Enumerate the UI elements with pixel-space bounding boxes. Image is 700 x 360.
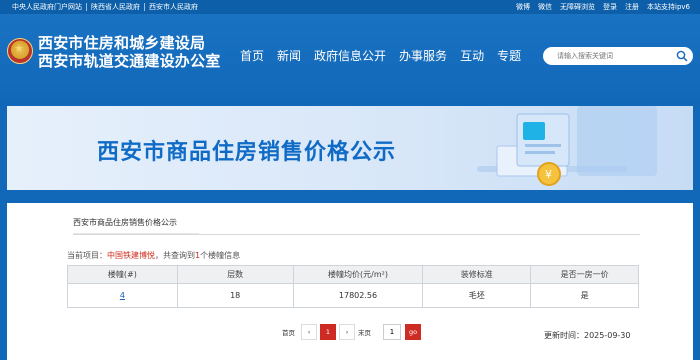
search-icon[interactable] [675,49,689,63]
site-title-line1: 西安市住房和城乡建设局 [38,34,206,52]
top-utility-bar: 中央人民政府门户网站 陕西省人民政府 西安市人民政府 微博 微信 无障碍浏览 登… [0,0,700,14]
page-banner: 西安市商品住房销售价格公示 ¥ [7,106,693,190]
nav-topics[interactable]: 专题 [497,47,521,64]
table-header-row: 楼幢(#) 层数 楼幢均价(元/m²) 装修标准 是否一房一价 [67,265,639,284]
col-avg-price: 楼幢均价(元/m²) [292,265,424,284]
project-name: 中国铁建博悦 [107,251,155,260]
top-right-links: 微博 微信 无障碍浏览 登录 注册 本站支持ipv6 [512,0,694,14]
query-info: 当前项目：中国铁建博悦，共查询到1个楼幢信息 [67,250,240,261]
building-price-table: 楼幢(#) 层数 楼幢均价(元/m²) 装修标准 是否一房一价 4 18 178… [67,265,639,308]
top-link-login[interactable]: 登录 [599,0,621,14]
nav-interaction[interactable]: 互动 [460,47,484,64]
pager-prev-button[interactable]: ‹ [301,324,317,340]
search-box [543,47,693,65]
pager-current-page[interactable]: 1 [320,324,336,340]
col-one-price: 是否一房一价 [530,265,639,284]
top-link-register[interactable]: 注册 [621,0,643,14]
site-title[interactable]: 西安市住房和城乡建设局 西安市轨道交通建设办公室 [38,34,220,70]
top-link-wechat[interactable]: 微信 [534,0,556,14]
pager-go-button[interactable]: go [405,324,421,340]
info-suffix: 个楼幢信息 [200,251,241,260]
nav-services[interactable]: 办事服务 [399,47,447,64]
search-input[interactable] [557,47,677,65]
decoration-cell: 毛坯 [422,283,532,308]
nav-news[interactable]: 新闻 [277,47,301,64]
top-link-central-gov[interactable]: 中央人民政府门户网站 [8,3,87,11]
pagination: 首页 ‹ 1 › 末页 go [282,324,421,340]
site-header: 西安市住房和城乡建设局 西安市轨道交通建设办公室 首页 新闻 政府信息公开 办事… [0,14,700,98]
col-decoration: 装修标准 [422,265,532,284]
top-link-weibo[interactable]: 微博 [512,0,534,14]
pager-first[interactable]: 首页 [282,327,295,337]
nav-home[interactable]: 首页 [240,47,264,64]
col-building: 楼幢(#) [67,265,178,284]
avg-price-cell: 17802.56 [292,283,424,308]
main-nav: 首页 新闻 政府信息公开 办事服务 互动 专题 [240,47,534,64]
update-time: 更新时间：2025-09-30 [544,331,631,340]
floors-cell: 18 [176,283,294,308]
national-emblem-icon [7,38,33,64]
banner-title: 西安市商品住房销售价格公示 [97,140,397,165]
content-card: 西安市商品住房销售价格公示 当前项目：中国铁建博悦，共查询到1个楼幢信息 楼幢(… [7,203,693,360]
top-left-links: 中央人民政府门户网站 陕西省人民政府 西安市人民政府 [8,0,202,11]
svg-text:¥: ¥ [545,168,552,181]
top-link-ipv6: 本站支持ipv6 [647,3,690,11]
pager-page-input[interactable] [383,324,401,340]
col-floors: 层数 [176,265,294,284]
building-number-link[interactable]: 4 [67,283,178,308]
table-row: 4 18 17802.56 毛坯 是 [67,283,639,308]
tab-price-notice[interactable]: 西安市商品住房销售价格公示 [73,217,177,228]
info-middle: ，共查询到 [155,251,195,260]
pager-next-button[interactable]: › [339,324,355,340]
top-link-accessibility[interactable]: 无障碍浏览 [556,0,599,14]
info-prefix: 当前项目： [67,251,107,260]
one-price-cell: 是 [530,283,639,308]
tab-divider [73,234,640,235]
top-link-shaanxi-gov[interactable]: 陕西省人民政府 [87,3,145,11]
pager-last[interactable]: 末页 [358,327,371,337]
banner-illustration-icon: ¥ [477,106,657,186]
nav-gov-info[interactable]: 政府信息公开 [314,47,386,64]
top-link-xian-gov[interactable]: 西安市人民政府 [145,3,202,11]
site-title-line2: 西安市轨道交通建设办公室 [38,52,221,70]
